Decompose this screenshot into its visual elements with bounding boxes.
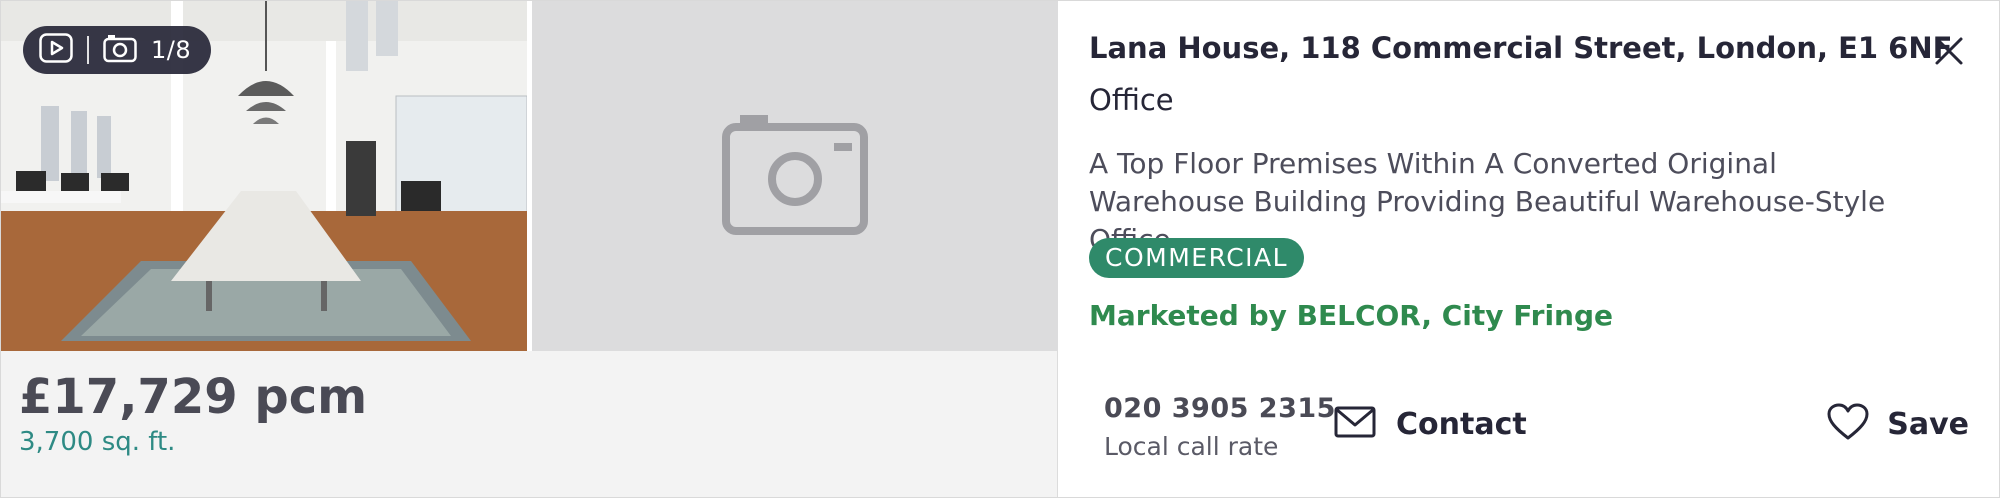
listing-address[interactable]: Lana House, 118 Commercial Street, Londo… bbox=[1089, 31, 1952, 65]
listing-size: 3,700 sq. ft. bbox=[19, 427, 176, 457]
property-type: Office bbox=[1089, 83, 1174, 117]
badge-divider bbox=[87, 36, 89, 64]
listing-price: £17,729 pcm bbox=[19, 369, 368, 425]
media-panel: 1/8 £17,729 pcm 3,700 sq. ft. bbox=[1, 1, 1058, 497]
play-icon[interactable] bbox=[39, 33, 73, 67]
call-rate: Local call rate bbox=[1104, 432, 1279, 461]
photo-counter: 1/8 bbox=[151, 36, 192, 64]
save-label: Save bbox=[1887, 406, 1969, 442]
camera-icon[interactable] bbox=[103, 33, 137, 67]
contact-button[interactable]: Contact bbox=[1334, 399, 1527, 449]
price-block: £17,729 pcm 3,700 sq. ft. bbox=[19, 369, 367, 457]
photo-placeholder[interactable] bbox=[532, 1, 1058, 351]
marketed-by[interactable]: Marketed by BELCOR, City Fringe bbox=[1089, 299, 1613, 332]
close-icon bbox=[1929, 37, 1969, 75]
property-card[interactable]: 1/8 £17,729 pcm 3,700 sq. ft. Lana House… bbox=[0, 0, 2000, 498]
phone-block[interactable]: 020 3905 2315 Local call rate bbox=[1104, 393, 1336, 461]
media-badge[interactable]: 1/8 bbox=[23, 26, 211, 74]
listing-tag: COMMERCIAL bbox=[1089, 238, 1305, 278]
contact-label: Contact bbox=[1396, 406, 1527, 442]
save-button[interactable]: Save bbox=[1827, 399, 1969, 449]
property-photo[interactable]: 1/8 bbox=[1, 1, 527, 351]
phone-number[interactable]: 020 3905 2315 bbox=[1104, 393, 1336, 424]
close-button[interactable] bbox=[1929, 31, 1969, 71]
heart-icon bbox=[1827, 403, 1869, 445]
envelope-icon bbox=[1334, 406, 1376, 442]
details-panel: Lana House, 118 Commercial Street, Londo… bbox=[1089, 1, 1999, 497]
camera-placeholder-icon bbox=[722, 113, 868, 239]
